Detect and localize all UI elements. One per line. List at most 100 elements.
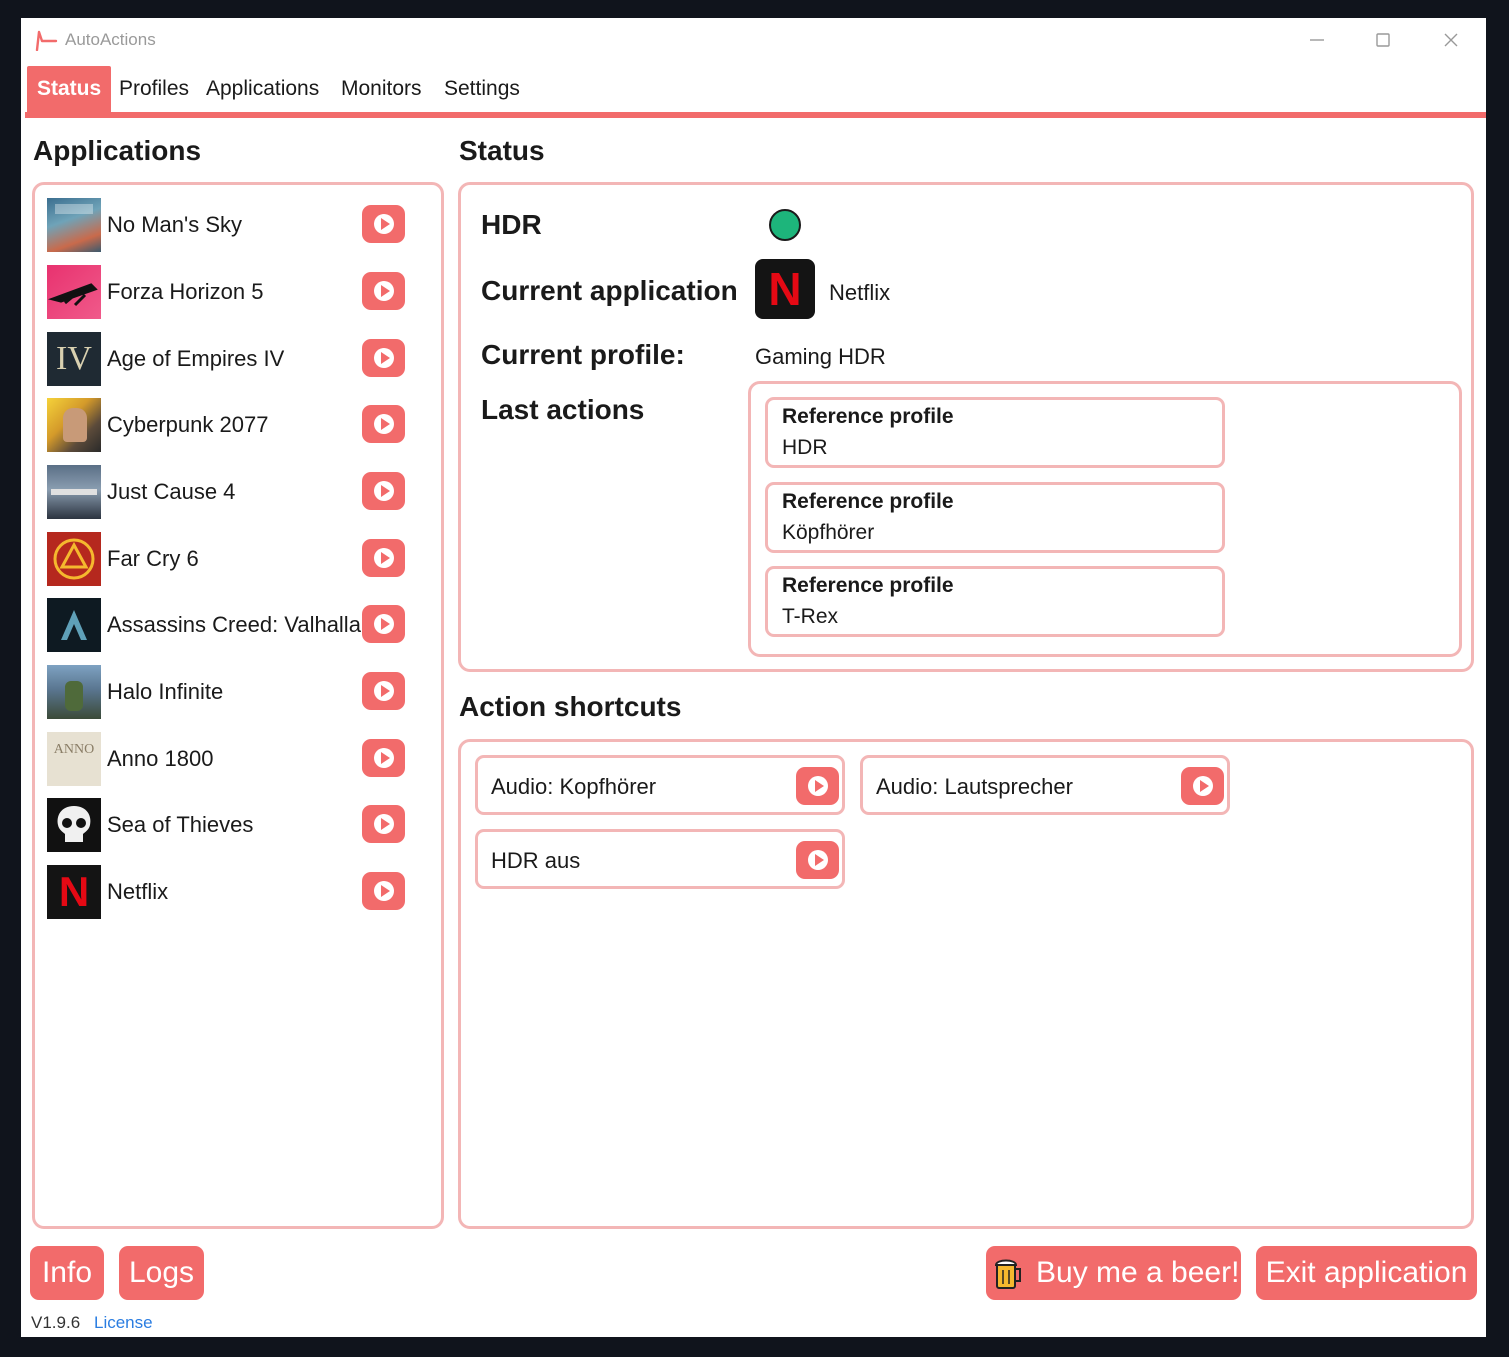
tab-profiles[interactable]: Profiles <box>119 66 189 112</box>
app-name: Netflix <box>107 879 169 904</box>
launch-button[interactable] <box>362 605 405 643</box>
title-bar: AutoActions <box>21 18 1486 62</box>
app-icon-label: IV <box>56 340 92 377</box>
launch-button[interactable] <box>362 472 405 510</box>
play-icon <box>380 752 390 764</box>
last-actions-panel: Reference profile HDR Reference profile … <box>748 381 1462 657</box>
forza-logo-icon <box>47 283 98 307</box>
run-shortcut-button[interactable] <box>796 767 839 805</box>
tab-bar: Status Profiles Applications Monitors Se… <box>21 66 1486 118</box>
app-name: Forza Horizon 5 <box>107 279 264 304</box>
list-item: No Man's Sky <box>47 198 409 252</box>
list-item: Forza Horizon 5 <box>47 265 409 319</box>
beer-icon <box>994 1259 1021 1289</box>
list-item: N Netflix <box>47 865 409 919</box>
play-icon <box>380 885 390 897</box>
tab-status[interactable]: Status <box>27 66 112 114</box>
current-application-label: Current application <box>481 275 738 306</box>
cyberpunk-2077-icon <box>47 398 101 452</box>
list-item: Assassins Creed: Valhalla <box>47 598 409 652</box>
last-action-value: HDR <box>782 436 828 459</box>
launch-button[interactable] <box>362 672 405 710</box>
app-icon-label: N <box>58 868 90 915</box>
app-name: Sea of Thieves <box>107 812 254 837</box>
logs-button[interactable]: Logs <box>119 1246 204 1300</box>
maximize-icon <box>1376 33 1390 47</box>
buy-me-a-beer-label: Buy me a beer! <box>1036 1256 1240 1289</box>
play-icon <box>380 285 390 297</box>
app-logo-icon <box>35 30 58 51</box>
license-link[interactable]: License <box>94 1313 153 1333</box>
action-shortcuts-panel: Audio: Kopfhörer Audio: Lautsprecher HDR… <box>458 739 1474 1229</box>
app-window: AutoActions Status Profiles Applications… <box>21 18 1486 1337</box>
status-panel: HDR Current application N Netflix Curren… <box>458 182 1474 672</box>
applications-panel: No Man's Sky Forza Horizon 5 IV Age of E… <box>32 182 444 1229</box>
tab-settings[interactable]: Settings <box>444 66 520 112</box>
launch-button[interactable] <box>362 339 405 377</box>
run-shortcut-button[interactable] <box>1181 767 1224 805</box>
list-item: ANNO Anno 1800 <box>47 732 409 786</box>
far-cry-6-icon <box>47 532 101 586</box>
action-shortcuts-heading: Action shortcuts <box>459 691 682 722</box>
tab-monitors[interactable]: Monitors <box>341 66 422 112</box>
app-name: Age of Empires IV <box>107 346 285 371</box>
close-button[interactable] <box>1431 26 1471 54</box>
last-action-card: Reference profile HDR <box>765 397 1225 468</box>
play-icon <box>380 685 390 697</box>
app-name: No Man's Sky <box>107 212 243 237</box>
app-name: Cyberpunk 2077 <box>107 412 269 437</box>
last-action-card: Reference profile Köpfhörer <box>765 482 1225 553</box>
minimize-button[interactable] <box>1297 26 1337 54</box>
app-name: Far Cry 6 <box>107 546 199 571</box>
run-shortcut-button[interactable] <box>796 841 839 879</box>
app-name: Anno 1800 <box>107 746 214 771</box>
list-item: Cyberpunk 2077 <box>47 398 409 452</box>
launch-button[interactable] <box>362 872 405 910</box>
play-icon <box>380 218 390 230</box>
maximize-button[interactable] <box>1363 26 1403 54</box>
buy-me-a-beer-button[interactable]: Buy me a beer! <box>986 1246 1241 1300</box>
last-action-title: Reference profile <box>782 405 954 428</box>
current-profile-value: Gaming HDR <box>755 344 886 369</box>
play-icon <box>380 352 390 364</box>
anno-1800-icon: ANNO <box>47 732 101 786</box>
info-button[interactable]: Info <box>30 1246 104 1300</box>
forza-horizon-5-icon <box>47 265 101 319</box>
list-item: Far Cry 6 <box>47 532 409 586</box>
list-item: IV Age of Empires IV <box>47 332 409 386</box>
hdr-status-indicator <box>769 209 801 241</box>
shortcut-hdr-aus: HDR aus <box>475 829 845 889</box>
current-application-value: Netflix <box>829 280 891 305</box>
current-application-icon-label: N <box>768 263 802 315</box>
play-icon <box>1199 780 1209 792</box>
launch-button[interactable] <box>362 539 405 577</box>
play-icon <box>380 485 390 497</box>
app-name: Halo Infinite <box>107 679 224 704</box>
app-icon-label: ANNO <box>53 742 95 757</box>
last-action-title: Reference profile <box>782 574 954 597</box>
play-icon <box>380 418 390 430</box>
no-mans-sky-icon <box>47 198 101 252</box>
last-action-card: Reference profile T-Rex <box>765 566 1225 637</box>
just-cause-4-icon <box>47 465 101 519</box>
play-icon <box>814 854 824 866</box>
app-name: Just Cause 4 <box>107 479 236 504</box>
exit-application-button[interactable]: Exit application <box>1256 1246 1477 1300</box>
ac-logo-icon <box>61 610 87 640</box>
list-item: Halo Infinite <box>47 665 409 719</box>
launch-button[interactable] <box>362 805 405 843</box>
launch-button[interactable] <box>362 739 405 777</box>
launch-button[interactable] <box>362 405 405 443</box>
launch-button[interactable] <box>362 205 405 243</box>
last-action-title: Reference profile <box>782 490 954 513</box>
launch-button[interactable] <box>362 272 405 310</box>
current-application-icon: N <box>755 259 815 319</box>
current-profile-label: Current profile: <box>481 339 685 370</box>
list-item: Just Cause 4 <box>47 465 409 519</box>
netflix-icon: N <box>47 865 101 919</box>
tab-applications[interactable]: Applications <box>206 66 319 112</box>
hdr-label: HDR <box>481 209 542 240</box>
assassins-creed-valhalla-icon <box>47 598 101 652</box>
last-action-value: Köpfhörer <box>782 521 875 544</box>
status-heading: Status <box>459 135 545 166</box>
